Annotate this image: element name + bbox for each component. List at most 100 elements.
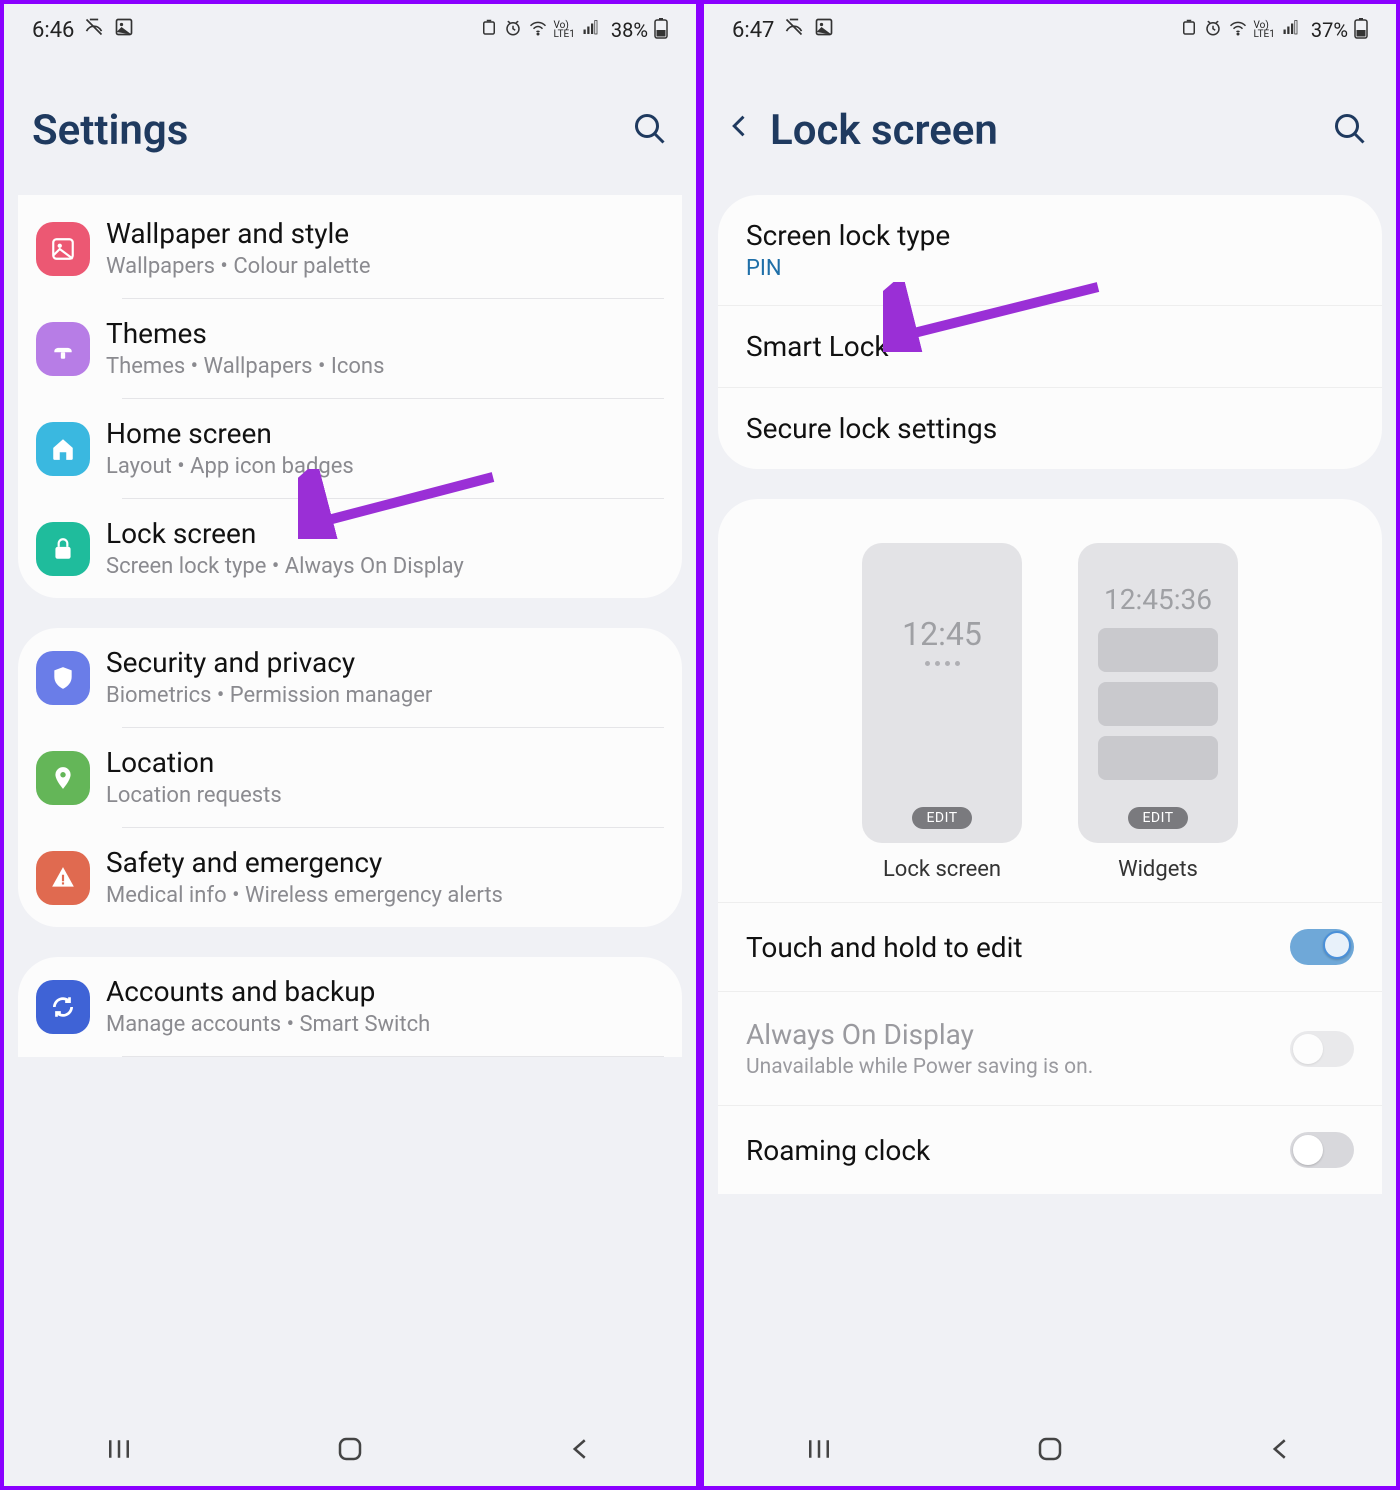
clock-icon: [1204, 19, 1222, 42]
battery-percent: 38%: [611, 18, 648, 42]
nav-recents-icon[interactable]: [804, 1434, 834, 1468]
toggle-roaming-clock[interactable]: [1290, 1132, 1354, 1168]
battery-icon: [654, 17, 668, 44]
status-icon-image: [814, 17, 834, 43]
status-time: 6:46: [32, 18, 74, 43]
row-sub: PIN: [746, 256, 1354, 281]
row-sub: Biometrics • Permission manager: [106, 683, 664, 708]
signal-icon: [1281, 19, 1301, 42]
row-sub: Manage accounts • Smart Switch: [106, 1012, 664, 1037]
row-title: Home screen: [106, 417, 664, 450]
edit-button[interactable]: EDIT: [912, 807, 971, 829]
row-home-screen[interactable]: Home screen Layout • App icon badges: [18, 399, 682, 498]
preview-label: Lock screen: [883, 857, 1001, 882]
volte-icon: Vo)LTE1: [554, 21, 575, 39]
row-themes[interactable]: Themes Themes • Wallpapers • Icons: [18, 299, 682, 398]
home-icon: [36, 422, 90, 476]
wifi-icon: [1228, 19, 1248, 42]
preview-widgets[interactable]: 12:45:36 EDIT Widgets: [1078, 543, 1238, 882]
row-roaming-clock[interactable]: Roaming clock: [718, 1105, 1382, 1194]
pin-icon: [36, 751, 90, 805]
back-icon[interactable]: [726, 108, 754, 154]
alert-icon: [36, 851, 90, 905]
status-icon-missed-call: [784, 17, 804, 43]
search-icon[interactable]: [1332, 111, 1368, 151]
nav-bar: [4, 1416, 696, 1486]
row-title: Location: [106, 746, 664, 779]
row-title: Roaming clock: [746, 1134, 930, 1167]
row-title: Screen lock type: [746, 219, 1354, 252]
shield-icon: [36, 651, 90, 705]
edit-button[interactable]: EDIT: [1128, 807, 1187, 829]
nav-recents-icon[interactable]: [104, 1434, 134, 1468]
wifi-icon: [528, 19, 548, 42]
row-touch-hold-edit[interactable]: Touch and hold to edit: [718, 902, 1382, 991]
row-sub: Screen lock type • Always On Display: [106, 554, 664, 579]
alarm-icon: [480, 19, 498, 42]
row-sub: Themes • Wallpapers • Icons: [106, 354, 664, 379]
row-secure-lock-settings[interactable]: Secure lock settings: [718, 388, 1382, 469]
phone-left-settings: 6:46 Vo)LTE1 38% Settings: [0, 0, 700, 1490]
status-icon-image: [114, 17, 134, 43]
toggle-aod: [1290, 1031, 1354, 1067]
row-sub: Location requests: [106, 783, 664, 808]
row-accounts-backup[interactable]: Accounts and backup Manage accounts • Sm…: [18, 957, 682, 1056]
search-icon[interactable]: [632, 111, 668, 151]
row-title: Touch and hold to edit: [746, 931, 1023, 964]
nav-back-icon[interactable]: [1266, 1434, 1296, 1468]
preview-time: 12:45: [902, 615, 982, 653]
row-safety-emergency[interactable]: Safety and emergency Medical info • Wire…: [18, 828, 682, 927]
row-title: Smart Lock: [746, 330, 1354, 363]
row-screen-lock-type[interactable]: Screen lock type PIN: [718, 195, 1382, 306]
header-row: Settings: [4, 56, 696, 195]
phone-right-lock-screen: 6:47 Vo)LTE1 37% Lock screen Scree: [700, 0, 1400, 1490]
nav-bar: [704, 1416, 1396, 1486]
preview-label: Widgets: [1118, 857, 1198, 882]
row-title: Accounts and backup: [106, 975, 664, 1008]
settings-group-2: Security and privacy Biometrics • Permis…: [18, 628, 682, 927]
status-bar: 6:46 Vo)LTE1 38%: [4, 4, 696, 56]
toggle-touch-hold[interactable]: [1290, 929, 1354, 965]
preview-time: 12:45:36: [1104, 583, 1212, 616]
row-title: Always On Display: [746, 1018, 1093, 1051]
lock-icon: [36, 522, 90, 576]
brush-icon: [36, 322, 90, 376]
alarm-icon: [1180, 19, 1198, 42]
nav-back-icon[interactable]: [566, 1434, 596, 1468]
status-time: 6:47: [732, 18, 774, 43]
signal-icon: [581, 19, 601, 42]
header-row: Lock screen: [704, 56, 1396, 195]
sync-icon: [36, 980, 90, 1034]
row-title: Themes: [106, 317, 664, 350]
lock-screen-section-2: 12:45 EDIT Lock screen 12:45:36: [718, 499, 1382, 1194]
row-lock-screen[interactable]: Lock screen Screen lock type • Always On…: [18, 499, 682, 598]
row-location[interactable]: Location Location requests: [18, 728, 682, 827]
row-always-on-display: Always On Display Unavailable while Powe…: [718, 991, 1382, 1105]
page-title: Lock screen: [770, 106, 998, 155]
row-sub: Medical info • Wireless emergency alerts: [106, 883, 664, 908]
row-title: Lock screen: [106, 517, 664, 550]
row-title: Secure lock settings: [746, 412, 1354, 445]
page-title: Settings: [32, 106, 188, 155]
row-sub: Wallpapers • Colour palette: [106, 254, 664, 279]
nav-home-icon[interactable]: [1035, 1434, 1065, 1468]
row-sub: Unavailable while Power saving is on.: [746, 1055, 1093, 1079]
preview-row: 12:45 EDIT Lock screen 12:45:36: [718, 499, 1382, 902]
preview-lock-screen[interactable]: 12:45 EDIT Lock screen: [862, 543, 1022, 882]
status-bar: 6:47 Vo)LTE1 37%: [704, 4, 1396, 56]
battery-percent: 37%: [1311, 18, 1348, 42]
row-sub: Layout • App icon badges: [106, 454, 664, 479]
settings-group-3: Accounts and backup Manage accounts • Sm…: [18, 957, 682, 1057]
clock-icon: [504, 19, 522, 42]
row-title: Security and privacy: [106, 646, 664, 679]
row-smart-lock[interactable]: Smart Lock: [718, 306, 1382, 388]
nav-home-icon[interactable]: [335, 1434, 365, 1468]
row-security-privacy[interactable]: Security and privacy Biometrics • Permis…: [18, 628, 682, 727]
row-title: Safety and emergency: [106, 846, 664, 879]
settings-group-1: Wallpaper and style Wallpapers • Colour …: [18, 195, 682, 598]
row-title: Wallpaper and style: [106, 217, 664, 250]
row-wallpaper-style[interactable]: Wallpaper and style Wallpapers • Colour …: [18, 199, 682, 298]
battery-icon: [1354, 17, 1368, 44]
lock-screen-section-1: Screen lock type PIN Smart Lock Secure l…: [718, 195, 1382, 469]
image-icon: [36, 222, 90, 276]
